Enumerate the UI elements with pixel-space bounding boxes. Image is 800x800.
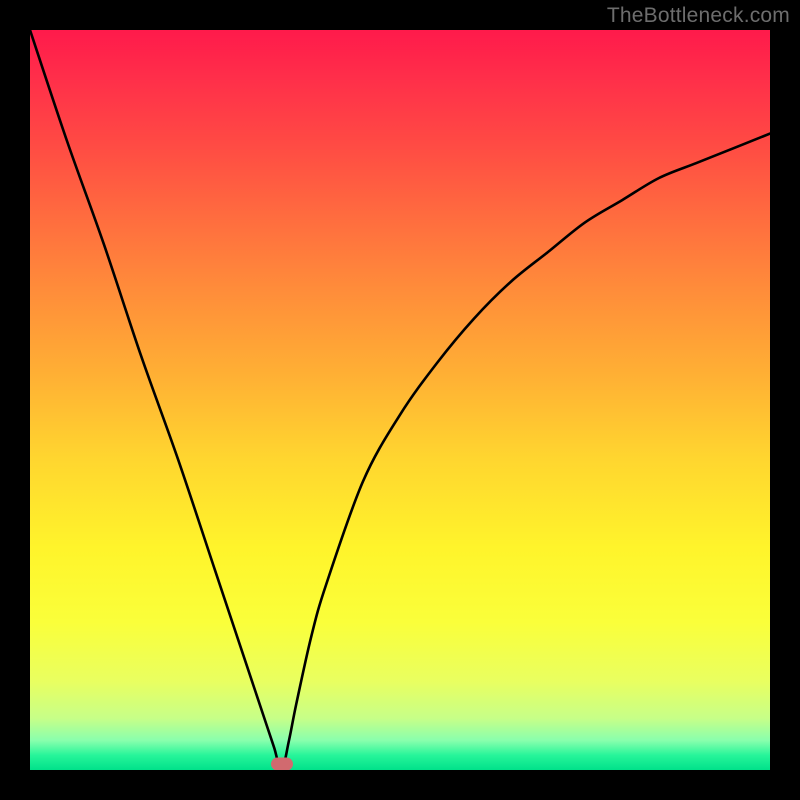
outer-frame: TheBottleneck.com <box>0 0 800 800</box>
watermark-text: TheBottleneck.com <box>607 4 790 28</box>
optimum-marker <box>271 758 293 770</box>
plot-area <box>30 30 770 770</box>
bottleneck-curve <box>30 30 770 770</box>
